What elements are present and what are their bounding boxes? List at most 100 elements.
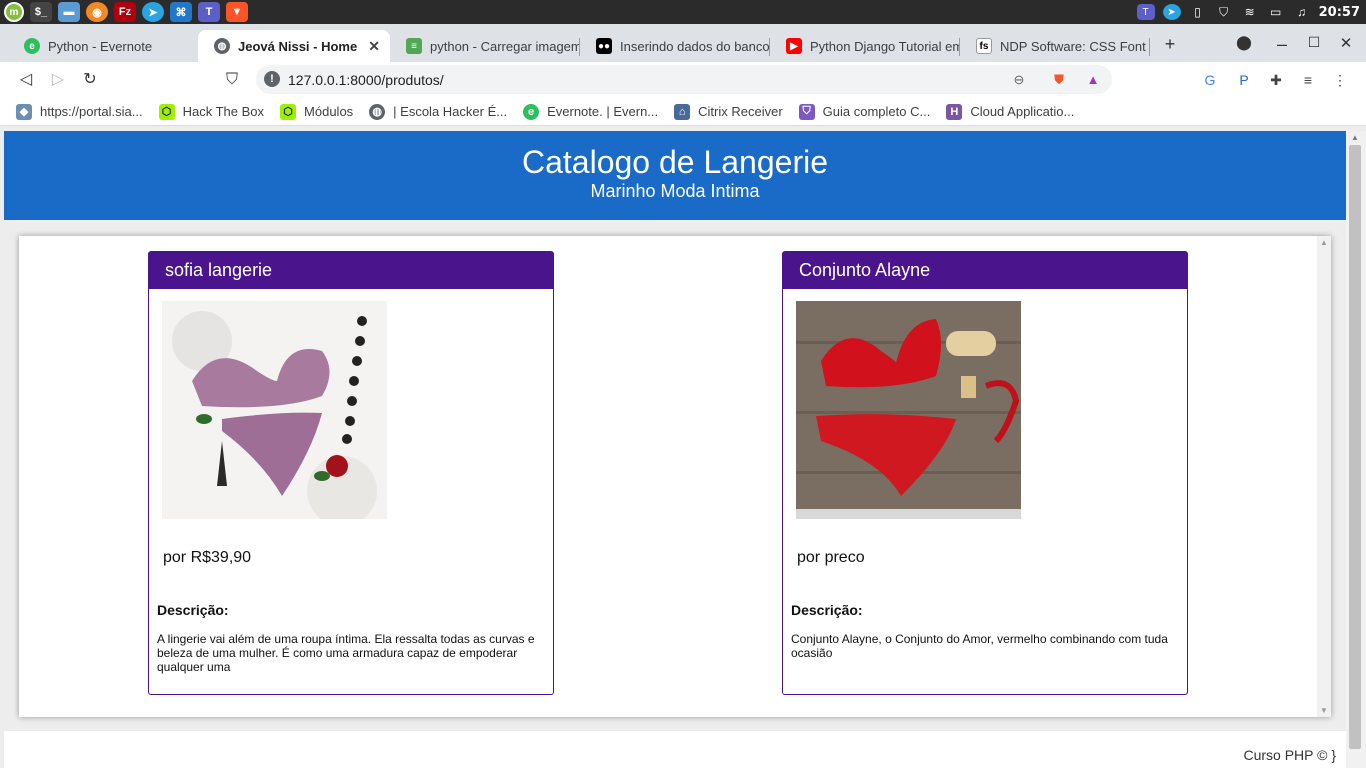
product-price: por preco xyxy=(797,549,865,566)
bookmark-label: Guia completo C... xyxy=(822,104,931,119)
site-footer: Curso PHP © } xyxy=(4,731,1346,768)
globe-icon: ◍ xyxy=(214,38,230,54)
product-name: Conjunto Alayne xyxy=(783,252,1187,289)
telegram-icon[interactable]: ➤ xyxy=(142,2,164,22)
extensions-puzzle-icon[interactable]: ✚ xyxy=(1266,70,1286,90)
bookmark-item[interactable]: ◆ https://portal.sia... xyxy=(16,103,143,120)
product-description: A lingerie vai além de uma roupa íntima.… xyxy=(157,632,535,674)
teams-tray-icon[interactable]: T xyxy=(1136,4,1155,20)
clipboard-icon[interactable]: ▯ xyxy=(1189,4,1207,20)
vscode-icon[interactable]: ⌘ xyxy=(170,2,192,22)
tab-title: Jeová Nissi - Home xyxy=(238,38,358,54)
translate-icon[interactable]: G xyxy=(1200,70,1220,90)
tab-title: python - Carregar imagem xyxy=(430,38,580,54)
reload-button[interactable]: ↻ xyxy=(78,68,102,92)
scroll-up-arrow-icon[interactable]: ▲ xyxy=(1351,133,1359,142)
htb-icon: ⬡ xyxy=(158,103,175,120)
stackoverflow-icon: ≡ xyxy=(406,38,422,54)
url-input[interactable] xyxy=(288,72,888,88)
scroll-up-arrow-icon[interactable]: ▲ xyxy=(1320,238,1328,247)
bookmark-label: Evernote. | Evern... xyxy=(547,104,659,119)
tab-medium[interactable]: ●● Inserindo dados do banco xyxy=(580,30,770,62)
shield-icon: ⛉ xyxy=(798,103,815,120)
evernote-icon: e xyxy=(523,103,540,120)
brave-rewards-icon[interactable]: ▲ xyxy=(1084,71,1102,89)
mint-menu-icon[interactable]: m xyxy=(4,2,24,22)
tab-search-button[interactable]: ⬤ xyxy=(1232,34,1256,51)
site-title: Catalogo de Langerie xyxy=(521,144,828,180)
scroll-down-arrow-icon[interactable]: ▼ xyxy=(1320,706,1328,715)
youtube-icon: ▶ xyxy=(786,38,802,54)
tab-stackoverflow[interactable]: ≡ python - Carregar imagem xyxy=(390,30,580,62)
description-label: Descrição: xyxy=(791,602,863,618)
brave-shield-icon[interactable]: ⛊ xyxy=(1050,71,1068,89)
music-icon[interactable]: ♫ xyxy=(1293,4,1311,20)
page-content: Catalogo de Langerie Marinho Moda Intima… xyxy=(4,131,1346,768)
medium-icon: ●● xyxy=(596,38,612,54)
bookmark-item[interactable]: ⬡ Hack The Box xyxy=(158,103,265,120)
tab-title: Python Django Tutorial em xyxy=(810,38,960,54)
back-button[interactable]: ◁ xyxy=(14,68,38,92)
telegram-tray-icon[interactable]: ➤ xyxy=(1162,4,1181,20)
close-tab-icon[interactable]: ✕ xyxy=(368,38,380,55)
browser-toolbar: ◁ ▷ ↻ ⛉ ! ⊖ ⛊ ▲ G P ✚ ≡ ⋮ xyxy=(0,62,1366,98)
heroku-icon: H xyxy=(946,103,963,120)
ndp-icon: fs xyxy=(976,38,992,54)
evernote-icon: e xyxy=(24,38,40,54)
tab-title: NDP Software: CSS Font S xyxy=(1000,38,1150,54)
battery-icon[interactable]: ▭ xyxy=(1267,4,1285,20)
site-subtitle: Marinho Moda Intima xyxy=(590,181,760,201)
bookmark-item[interactable]: e Evernote. | Evern... xyxy=(523,103,659,120)
product-name: sofia langerie xyxy=(149,252,553,289)
bookmark-item[interactable]: ⌂ Citrix Receiver xyxy=(674,103,783,120)
panel-scrollbar[interactable]: ▲ ▼ xyxy=(1317,236,1331,717)
bookmark-page-icon[interactable]: ⛉ xyxy=(220,68,244,92)
cube-icon: ◆ xyxy=(16,103,32,120)
bookmark-item[interactable]: ⛉ Guia completo C... xyxy=(798,103,931,120)
page-scrollbar[interactable]: ▲ xyxy=(1346,131,1366,768)
terminal-icon[interactable]: $_ xyxy=(30,2,52,22)
firefox-icon[interactable]: ◉ xyxy=(86,2,108,22)
wifi-icon[interactable]: ≋ xyxy=(1241,4,1259,20)
close-window-button[interactable]: ✕ xyxy=(1334,34,1358,52)
tab-title: Python - Evernote xyxy=(48,38,153,54)
zoom-icon[interactable]: ⊖ xyxy=(1010,71,1028,89)
htb-icon: ⬡ xyxy=(280,103,297,120)
menu-icon[interactable]: ⋮ xyxy=(1330,70,1350,90)
brave-icon[interactable]: ▼ xyxy=(226,2,248,22)
extension-p-icon[interactable]: P xyxy=(1234,70,1254,90)
files-icon[interactable]: ▬ xyxy=(58,2,80,22)
bookmark-item[interactable]: H Cloud Applicatio... xyxy=(946,103,1075,120)
site-header: Catalogo de Langerie Marinho Moda Intima xyxy=(4,131,1346,220)
teams-icon[interactable]: T xyxy=(198,2,220,22)
description-label: Descrição: xyxy=(157,602,229,618)
site-info-icon[interactable]: ! xyxy=(264,71,280,87)
tab-ndp-software[interactable]: fs NDP Software: CSS Font S xyxy=(960,30,1150,62)
product-card: Conjunto Alayne por preco Descrição: Con xyxy=(782,251,1188,695)
os-taskbar: m $_ ▬ ◉ Fz ➤ ⌘ T ▼ T ➤ ▯ ⛉ ≋ ▭ ♫ 20:57 xyxy=(0,0,1366,24)
bookmarks-bar: ◆ https://portal.sia... ⬡ Hack The Box ⬡… xyxy=(0,98,1366,126)
shield-tray-icon[interactable]: ⛉ xyxy=(1215,4,1233,20)
address-bar[interactable]: ! ⊖ ⛊ ▲ xyxy=(256,65,1112,94)
product-description: Conjunto Alayne, o Conjunto do Amor, ver… xyxy=(791,632,1168,660)
lock-icon: ⌂ xyxy=(674,103,691,120)
media-control-icon[interactable]: ≡ xyxy=(1298,70,1318,90)
footer-text: Curso PHP © } xyxy=(1243,747,1336,763)
tab-youtube[interactable]: ▶ Python Django Tutorial em xyxy=(770,30,960,62)
minimize-button[interactable]: – xyxy=(1270,34,1294,55)
bookmark-label: Hack The Box xyxy=(182,104,265,119)
product-image xyxy=(162,301,387,519)
tab-python-evernote[interactable]: e Python - Evernote xyxy=(8,30,198,62)
filezilla-icon[interactable]: Fz xyxy=(114,2,136,22)
bookmark-item[interactable]: ⬡ Módulos xyxy=(280,103,353,120)
globe-icon: ◍ xyxy=(369,103,386,120)
clock[interactable]: 20:57 xyxy=(1319,5,1360,20)
scrollbar-thumb[interactable] xyxy=(1349,145,1361,749)
bookmark-label: Cloud Applicatio... xyxy=(970,104,1075,119)
bookmark-item[interactable]: ◍ | Escola Hacker É... xyxy=(369,103,507,120)
tab-strip: e Python - Evernote ◍ Jeová Nissi - Home… xyxy=(0,24,1366,62)
new-tab-button[interactable]: + xyxy=(1158,34,1182,55)
maximize-button[interactable]: ☐ xyxy=(1302,34,1326,51)
forward-button[interactable]: ▷ xyxy=(46,68,70,92)
tab-jeova-nissi-home[interactable]: ◍ Jeová Nissi - Home ✕ xyxy=(198,30,390,62)
